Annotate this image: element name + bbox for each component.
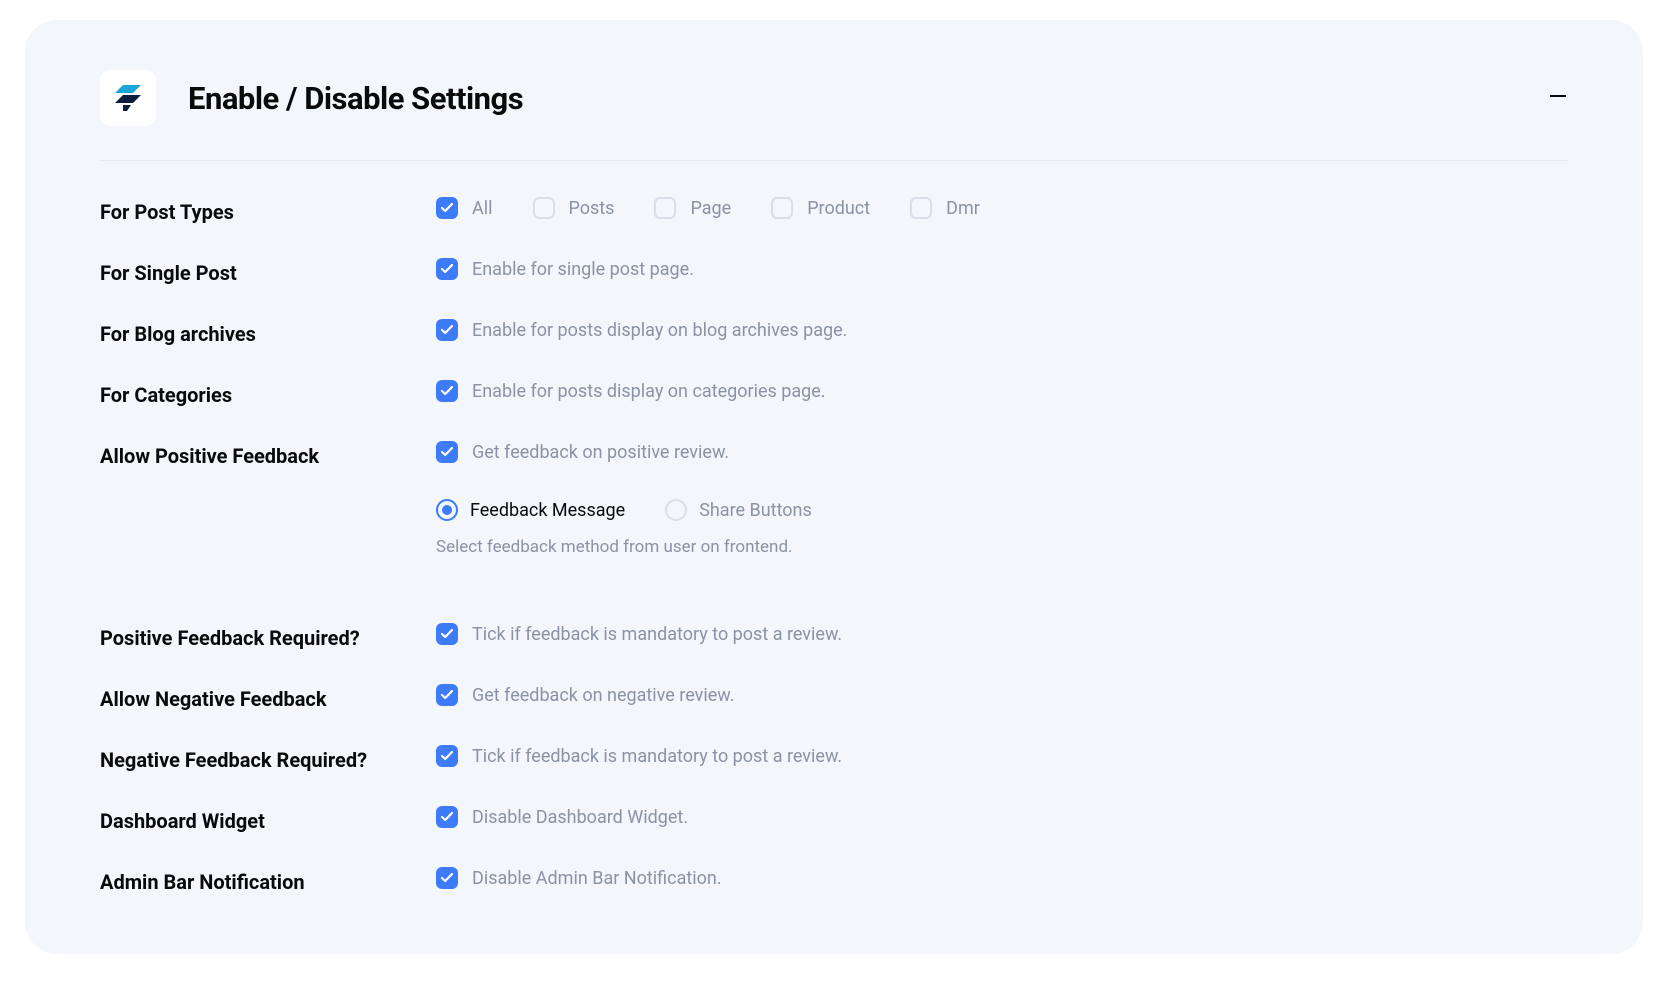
checkbox-allow-positive[interactable]: Get feedback on positive review. xyxy=(436,441,1568,463)
row-label: Negative Feedback Required? xyxy=(100,745,436,772)
row-single-post: For Single Post Enable for single post p… xyxy=(100,258,1568,285)
checkbox-dashboard-widget[interactable]: Disable Dashboard Widget. xyxy=(436,806,1568,828)
row-label: For Categories xyxy=(100,380,436,407)
checkbox-label: Disable Dashboard Widget. xyxy=(472,807,688,828)
option-label: Product xyxy=(807,198,870,219)
checkbox[interactable] xyxy=(436,745,458,767)
settings-card: Enable / Disable Settings For Post Types… xyxy=(25,20,1643,954)
checkbox[interactable] xyxy=(436,684,458,706)
row-label: Allow Negative Feedback xyxy=(100,684,436,711)
checkbox[interactable] xyxy=(771,197,793,219)
row-label: Admin Bar Notification xyxy=(100,867,436,894)
row-dashboard-widget: Dashboard Widget Disable Dashboard Widge… xyxy=(100,806,1568,833)
check-icon xyxy=(441,325,453,335)
checkbox[interactable] xyxy=(910,197,932,219)
check-icon xyxy=(441,447,453,457)
checkbox[interactable] xyxy=(436,258,458,280)
checkbox-label: Enable for single post page. xyxy=(472,259,694,280)
checkbox-label: Tick if feedback is mandatory to post a … xyxy=(472,624,842,645)
checkbox-label: Disable Admin Bar Notification. xyxy=(472,868,722,889)
row-admin-bar: Admin Bar Notification Disable Admin Bar… xyxy=(100,867,1568,894)
option-label: Dmr xyxy=(946,198,980,219)
check-icon xyxy=(441,386,453,396)
checkbox[interactable] xyxy=(436,380,458,402)
row-negative-required: Negative Feedback Required? Tick if feed… xyxy=(100,745,1568,772)
row-label: For Blog archives xyxy=(100,319,436,346)
app-logo xyxy=(100,70,156,126)
option-label: Page xyxy=(690,198,731,219)
checkbox-admin-bar[interactable]: Disable Admin Bar Notification. xyxy=(436,867,1568,889)
checkbox[interactable] xyxy=(436,623,458,645)
minus-icon xyxy=(1548,86,1568,106)
checkbox-negative-required[interactable]: Tick if feedback is mandatory to post a … xyxy=(436,745,1568,767)
card-title: Enable / Disable Settings xyxy=(188,80,1516,117)
checkbox[interactable] xyxy=(436,867,458,889)
check-icon xyxy=(441,873,453,883)
checkbox[interactable] xyxy=(436,441,458,463)
row-label: Positive Feedback Required? xyxy=(100,623,436,650)
radio[interactable] xyxy=(436,499,458,521)
row-blog-archives: For Blog archives Enable for posts displ… xyxy=(100,319,1568,346)
checkbox[interactable] xyxy=(436,806,458,828)
radio-label: Feedback Message xyxy=(470,500,625,521)
checkbox-label: Get feedback on positive review. xyxy=(472,442,729,463)
row-label: Allow Positive Feedback xyxy=(100,441,436,468)
collapse-button[interactable] xyxy=(1548,86,1568,110)
radio[interactable] xyxy=(665,499,687,521)
option-product[interactable]: Product xyxy=(771,197,870,219)
check-icon xyxy=(441,264,453,274)
checkbox[interactable] xyxy=(436,197,458,219)
check-icon xyxy=(441,812,453,822)
option-all[interactable]: All xyxy=(436,197,493,219)
radio-label: Share Buttons xyxy=(699,500,812,521)
checkbox-blog-archives[interactable]: Enable for posts display on blog archive… xyxy=(436,319,1568,341)
checkbox-positive-required[interactable]: Tick if feedback is mandatory to post a … xyxy=(436,623,1568,645)
checkbox[interactable] xyxy=(533,197,555,219)
radio-share-buttons[interactable]: Share Buttons xyxy=(665,499,812,521)
checkbox[interactable] xyxy=(654,197,676,219)
option-posts[interactable]: Posts xyxy=(533,197,615,219)
card-header: Enable / Disable Settings xyxy=(100,70,1568,161)
checkbox-label: Enable for posts display on categories p… xyxy=(472,381,826,402)
check-icon xyxy=(441,751,453,761)
checkbox[interactable] xyxy=(436,319,458,341)
checkbox-label: Tick if feedback is mandatory to post a … xyxy=(472,746,842,767)
positive-method-radio-group: Feedback Message Share Buttons xyxy=(436,499,1568,521)
check-icon xyxy=(441,690,453,700)
row-label: For Single Post xyxy=(100,258,436,285)
option-label: Posts xyxy=(569,198,615,219)
row-categories: For Categories Enable for posts display … xyxy=(100,380,1568,407)
row-positive-required: Positive Feedback Required? Tick if feed… xyxy=(100,623,1568,650)
option-label: All xyxy=(472,198,493,219)
feedback-logo-icon xyxy=(111,81,145,115)
checkbox-label: Get feedback on negative review. xyxy=(472,685,734,706)
row-label: For Post Types xyxy=(100,197,436,224)
post-types-options: All Posts Page Product xyxy=(436,197,1568,219)
checkbox-allow-negative[interactable]: Get feedback on negative review. xyxy=(436,684,1568,706)
row-allow-negative: Allow Negative Feedback Get feedback on … xyxy=(100,684,1568,711)
option-page[interactable]: Page xyxy=(654,197,731,219)
radio-feedback-message[interactable]: Feedback Message xyxy=(436,499,625,521)
row-post-types: For Post Types All Posts P xyxy=(100,197,1568,224)
row-allow-positive: Allow Positive Feedback Get feedback on … xyxy=(100,441,1568,557)
check-icon xyxy=(441,629,453,639)
checkbox-categories[interactable]: Enable for posts display on categories p… xyxy=(436,380,1568,402)
checkbox-single-post[interactable]: Enable for single post page. xyxy=(436,258,1568,280)
spacer xyxy=(100,591,1568,623)
check-icon xyxy=(441,203,453,213)
option-dmr[interactable]: Dmr xyxy=(910,197,980,219)
checkbox-label: Enable for posts display on blog archive… xyxy=(472,320,847,341)
row-label: Dashboard Widget xyxy=(100,806,436,833)
radio-hint: Select feedback method from user on fron… xyxy=(436,537,1568,557)
